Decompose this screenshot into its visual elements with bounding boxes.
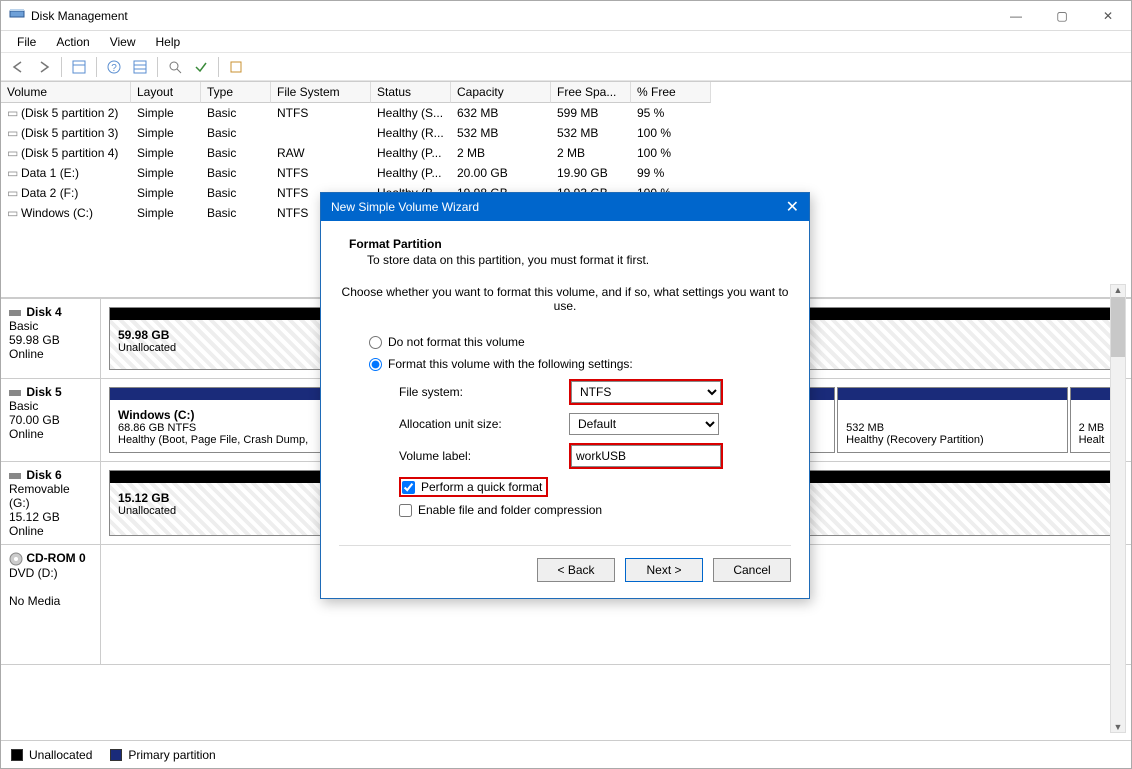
back-icon[interactable]	[7, 56, 29, 78]
scrollbar-vertical[interactable]: ▲ ▼	[1110, 284, 1126, 733]
checkbox-quick-format[interactable]	[402, 481, 415, 494]
menu-action[interactable]: Action	[46, 33, 99, 51]
disk-info[interactable]: CD-ROM 0 DVD (D:) No Media	[1, 545, 101, 664]
label-file-system: File system:	[399, 385, 569, 399]
input-volume-label[interactable]	[571, 445, 721, 467]
radio-input-no-format[interactable]	[369, 336, 382, 349]
toolbar: ?	[1, 53, 1131, 81]
dialog-close-icon[interactable]: ✕	[786, 197, 799, 217]
table-row[interactable]: ▭(Disk 5 partition 3)SimpleBasicHealthy …	[1, 123, 1131, 143]
new-simple-volume-wizard: New Simple Volume Wizard ✕ Format Partit…	[320, 192, 810, 599]
table-row[interactable]: ▭Data 1 (E:)SimpleBasicNTFSHealthy (P...…	[1, 163, 1131, 183]
col-pfree[interactable]: % Free	[631, 82, 711, 103]
disk-info[interactable]: Disk 6 Removable (G:) 15.12 GB Online	[1, 462, 101, 544]
minimize-button[interactable]: —	[993, 1, 1039, 31]
partition-recovery[interactable]: 532 MB Healthy (Recovery Partition)	[837, 387, 1067, 453]
window-title: Disk Management	[31, 9, 993, 23]
window-controls: — ▢ ✕	[993, 1, 1131, 31]
next-button[interactable]: Next >	[625, 558, 703, 582]
checkbox-compression[interactable]	[399, 504, 412, 517]
dialog-intro: Choose whether you want to format this v…	[339, 285, 791, 313]
toolbar-view-icon[interactable]	[68, 56, 90, 78]
col-status[interactable]: Status	[371, 82, 451, 103]
select-file-system[interactable]: NTFS	[571, 381, 721, 403]
table-row[interactable]: ▭(Disk 5 partition 4)SimpleBasicRAWHealt…	[1, 143, 1131, 163]
radio-do-not-format[interactable]: Do not format this volume	[369, 335, 791, 349]
toolbar-search-icon[interactable]	[164, 56, 186, 78]
titlebar: Disk Management — ▢ ✕	[1, 1, 1131, 31]
select-allocation-size[interactable]: Default	[569, 413, 719, 435]
col-capacity[interactable]: Capacity	[451, 82, 551, 103]
dialog-heading: Format Partition	[349, 237, 791, 251]
cancel-button[interactable]: Cancel	[713, 558, 791, 582]
legend-primary: Primary partition	[110, 748, 215, 762]
menubar: File Action View Help	[1, 31, 1131, 53]
col-type[interactable]: Type	[201, 82, 271, 103]
label-volume-label: Volume label:	[399, 449, 569, 463]
disk-info[interactable]: Disk 5 Basic 70.00 GB Online	[1, 379, 101, 461]
maximize-button[interactable]: ▢	[1039, 1, 1085, 31]
statusbar: Unallocated Primary partition	[1, 740, 1131, 768]
toolbar-check-icon[interactable]	[190, 56, 212, 78]
dialog-subheading: To store data on this partition, you mus…	[367, 253, 791, 267]
col-fs[interactable]: File System	[271, 82, 371, 103]
svg-text:?: ?	[111, 63, 117, 74]
radio-format-with-settings[interactable]: Format this volume with the following se…	[369, 357, 791, 371]
label-quick-format: Perform a quick format	[421, 480, 542, 494]
radio-input-format[interactable]	[369, 358, 382, 371]
app-icon	[9, 6, 25, 25]
close-button[interactable]: ✕	[1085, 1, 1131, 31]
col-layout[interactable]: Layout	[131, 82, 201, 103]
legend-unallocated: Unallocated	[11, 748, 92, 762]
disk-info[interactable]: Disk 4 Basic 59.98 GB Online	[1, 299, 101, 378]
table-header: Volume Layout Type File System Status Ca…	[1, 82, 1131, 103]
col-volume[interactable]: Volume	[1, 82, 131, 103]
menu-help[interactable]: Help	[146, 33, 191, 51]
menu-file[interactable]: File	[7, 33, 46, 51]
forward-icon[interactable]	[33, 56, 55, 78]
toolbar-list-icon[interactable]	[129, 56, 151, 78]
dialog-titlebar: New Simple Volume Wizard ✕	[321, 193, 809, 221]
toolbar-action-icon[interactable]	[225, 56, 247, 78]
label-compression: Enable file and folder compression	[418, 503, 602, 517]
table-row[interactable]: ▭(Disk 5 partition 2)SimpleBasicNTFSHeal…	[1, 103, 1131, 123]
back-button[interactable]: < Back	[537, 558, 615, 582]
dialog-title: New Simple Volume Wizard	[331, 200, 786, 214]
label-allocation-size: Allocation unit size:	[399, 417, 569, 431]
col-free[interactable]: Free Spa...	[551, 82, 631, 103]
help-icon[interactable]: ?	[103, 56, 125, 78]
menu-view[interactable]: View	[100, 33, 146, 51]
